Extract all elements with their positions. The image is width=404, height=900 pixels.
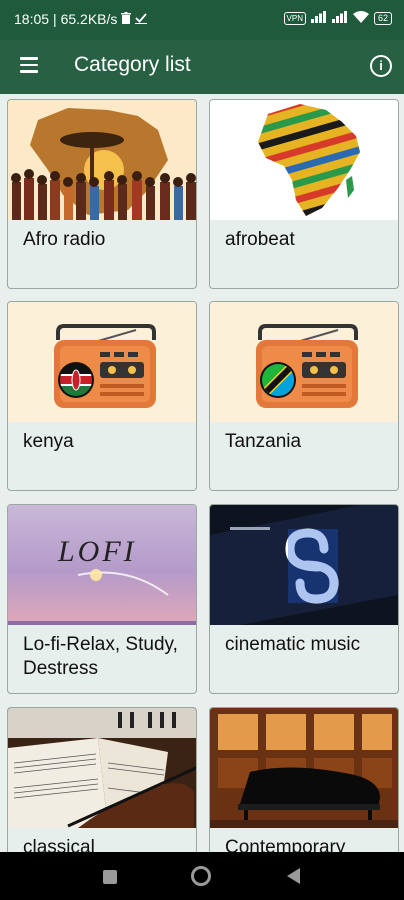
square-icon [103,870,117,884]
category-card-afrobeat[interactable]: afrobeat [209,99,399,289]
radio-tanzania-flag-image [210,302,398,422]
category-label: Tanzania [225,431,302,452]
home-button[interactable] [190,865,212,892]
category-label: Lo-fi-Relax, Study, Destress [23,634,178,679]
category-card-lofi[interactable]: LOFI Lo-fi-Relax, Study, Destress [7,504,197,694]
signal-icon-2 [331,10,348,26]
category-card-contemporary[interactable]: Contemporary [209,707,399,852]
signal-icon [310,10,327,26]
category-label: Afro radio [23,229,106,250]
category-card-classical[interactable]: classical [7,707,197,852]
colorful-africa-map-image [210,100,398,220]
grand-piano-image [210,708,398,828]
status-time: 18:05 [14,11,50,27]
svg-text:LOFI: LOFI [57,535,137,568]
battery-icon: 62 [373,11,392,25]
category-label: kenya [23,431,74,452]
category-card-kenya[interactable]: kenya [7,301,197,491]
status-bar: 18:05 | 65.2KB/s VPN 62 [0,0,404,40]
category-grid: Afro radio afrobeat kenya Tanzania LOFI … [0,94,404,852]
system-nav-bar [0,852,404,900]
page-title: Category list [74,53,191,76]
download-done-icon [135,11,148,27]
lofi-sunset-image: LOFI [8,505,196,625]
vpn-badge: VPN [283,11,306,25]
info-icon[interactable]: i [370,55,392,77]
trash-icon [121,11,132,27]
category-card-tanzania[interactable]: Tanzania [209,301,399,491]
category-label: Contemporary [225,837,346,852]
back-button[interactable] [286,867,302,890]
sheet-music-violin-image [8,708,196,828]
hamburger-menu-icon[interactable] [20,57,38,73]
circle-icon [191,866,211,886]
logo-screen-image [210,505,398,625]
wifi-icon [352,10,369,26]
category-card-cinematic-music[interactable]: cinematic music [209,504,399,694]
app-bar: Category list i [0,40,404,94]
category-label: classical [23,837,95,852]
category-label: afrobeat [225,229,295,250]
category-label: cinematic music [225,634,361,655]
category-card-afro-radio[interactable]: Afro radio [7,99,197,289]
africa-people-sunset-image [8,100,196,220]
back-triangle-icon [287,868,300,884]
radio-kenya-flag-image [8,302,196,422]
status-speed: | 65.2KB/s [53,11,118,27]
recent-apps-button[interactable] [102,869,118,890]
